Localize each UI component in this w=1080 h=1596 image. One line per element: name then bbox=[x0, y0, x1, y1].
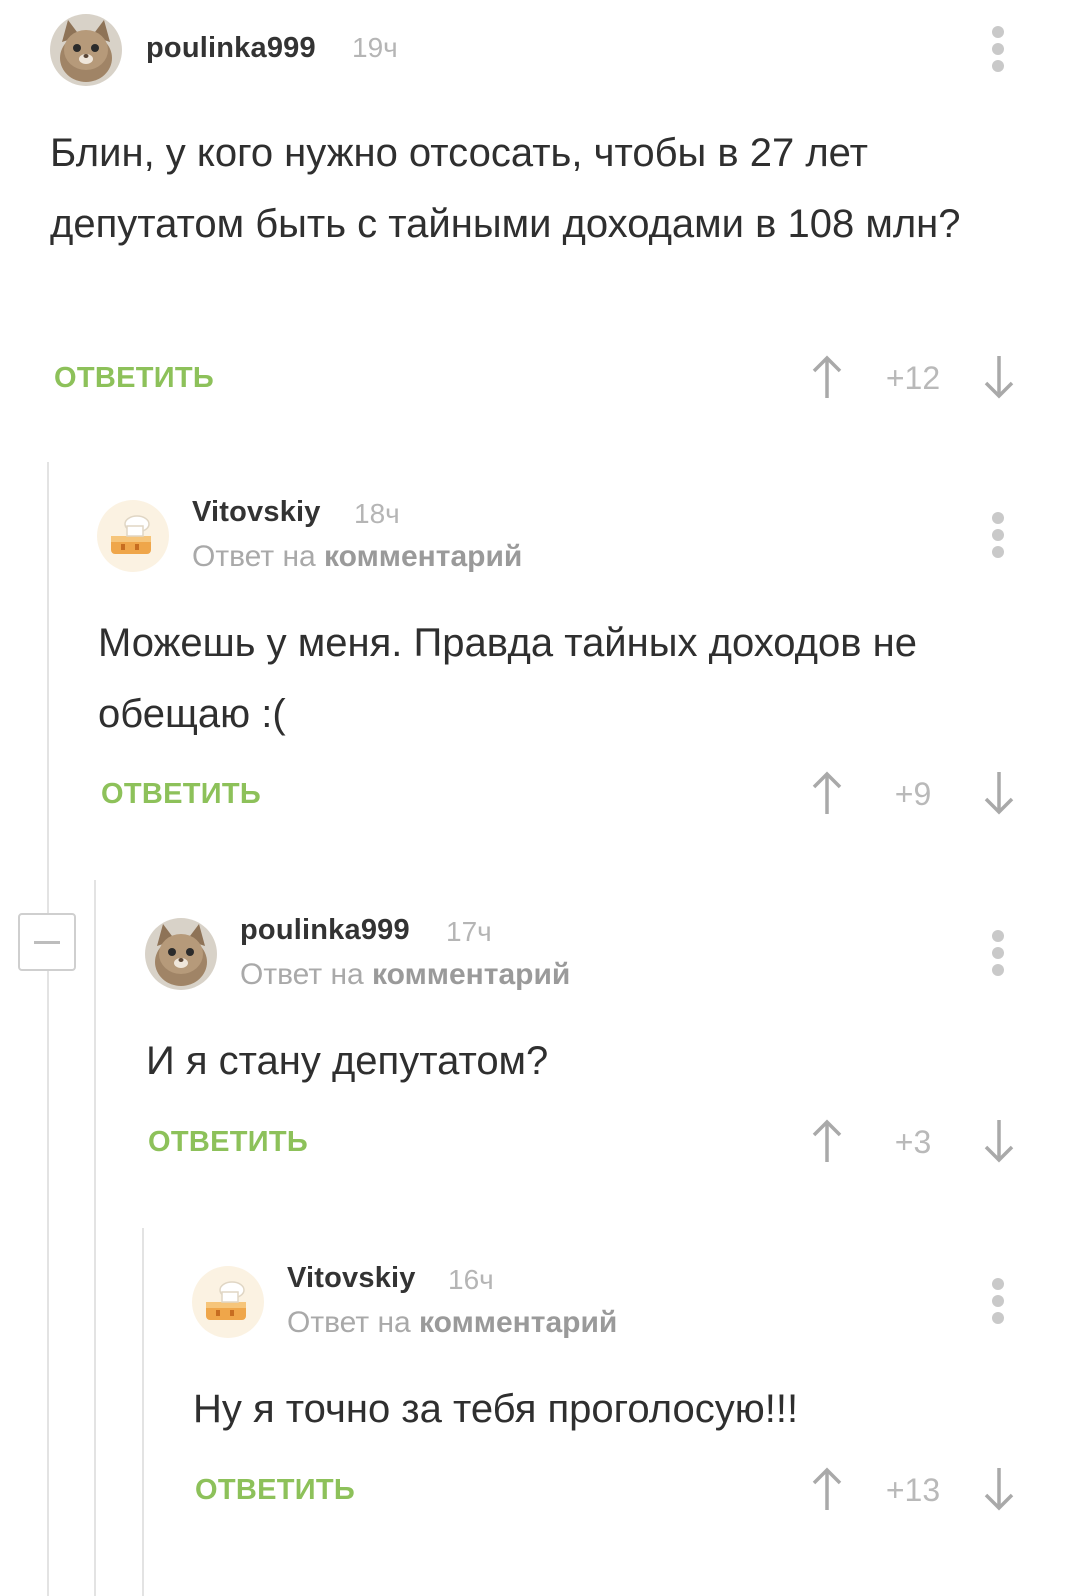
reply-button[interactable]: ОТВЕТИТЬ bbox=[195, 1474, 355, 1507]
comment-text: Можешь у меня. Правда тайных доходов не … bbox=[98, 621, 917, 736]
reply-to-link[interactable]: комментарий bbox=[372, 958, 570, 991]
reply-button[interactable]: ОТВЕТИТЬ bbox=[101, 778, 261, 811]
comment-score: +9 bbox=[894, 776, 932, 812]
arrow-down-icon[interactable] bbox=[982, 354, 1016, 400]
avatar[interactable] bbox=[97, 500, 169, 572]
arrow-up-icon[interactable] bbox=[810, 354, 844, 400]
comment-time: 16ч bbox=[448, 1264, 494, 1295]
reply-to-label: Ответ на bbox=[240, 958, 364, 991]
comment: Vitovskiy 18ч Ответ на комментарий Можеш… bbox=[0, 462, 1080, 862]
comment-text: Блин, у кого нужно отсосать, чтобы в 27 … bbox=[50, 131, 961, 246]
comment-author[interactable]: Vitovskiy bbox=[192, 496, 321, 529]
reply-button[interactable]: ОТВЕТИТЬ bbox=[54, 362, 214, 395]
more-vertical-icon[interactable] bbox=[992, 512, 1006, 563]
more-vertical-icon[interactable] bbox=[992, 930, 1006, 981]
comment-time: 17ч bbox=[446, 916, 492, 947]
reply-to-info: Ответ на комментарий bbox=[240, 958, 570, 992]
comment: poulinka999 19ч Блин, у кого нужно отсос… bbox=[0, 0, 1080, 430]
reply-to-info: Ответ на комментарий bbox=[287, 1306, 617, 1340]
comment: poulinka999 17ч Ответ на комментарий И я… bbox=[0, 880, 1080, 1220]
cat-avatar-icon bbox=[50, 14, 122, 86]
comment-author[interactable]: Vitovskiy bbox=[287, 1262, 416, 1295]
arrow-down-icon[interactable] bbox=[982, 770, 1016, 816]
comment-score: +13 bbox=[885, 1472, 941, 1508]
more-vertical-icon[interactable] bbox=[992, 26, 1006, 77]
reply-button[interactable]: ОТВЕТИТЬ bbox=[148, 1126, 308, 1159]
arrow-up-icon[interactable] bbox=[810, 1118, 844, 1164]
comment-score: +12 bbox=[885, 360, 941, 396]
comment: Vitovskiy 16ч Ответ на комментарий Ну я … bbox=[0, 1228, 1080, 1596]
comment-author[interactable]: poulinka999 bbox=[240, 914, 410, 947]
comment-text: Ну я точно за тебя проголосую!!! bbox=[193, 1387, 799, 1431]
comment-time: 18ч bbox=[354, 498, 400, 529]
cake-avatar-icon bbox=[97, 500, 169, 572]
arrow-up-icon[interactable] bbox=[810, 770, 844, 816]
avatar[interactable] bbox=[50, 14, 122, 86]
reply-to-link[interactable]: комментарий bbox=[419, 1306, 617, 1339]
cake-avatar-icon bbox=[192, 1266, 264, 1338]
comment-text: И я стану депутатом? bbox=[146, 1039, 549, 1083]
arrow-down-icon[interactable] bbox=[982, 1118, 1016, 1164]
avatar[interactable] bbox=[192, 1266, 264, 1338]
arrow-down-icon[interactable] bbox=[982, 1466, 1016, 1512]
comment-time: 19ч bbox=[352, 32, 398, 63]
reply-to-label: Ответ на bbox=[192, 540, 316, 573]
reply-to-link[interactable]: комментарий bbox=[324, 540, 522, 573]
avatar[interactable] bbox=[145, 918, 217, 990]
cat-avatar-icon bbox=[145, 918, 217, 990]
comment-author[interactable]: poulinka999 bbox=[146, 32, 316, 65]
reply-to-label: Ответ на bbox=[287, 1306, 411, 1339]
more-vertical-icon[interactable] bbox=[992, 1278, 1006, 1329]
reply-to-info: Ответ на комментарий bbox=[192, 540, 522, 574]
arrow-up-icon[interactable] bbox=[810, 1466, 844, 1512]
comment-score: +3 bbox=[894, 1124, 932, 1160]
